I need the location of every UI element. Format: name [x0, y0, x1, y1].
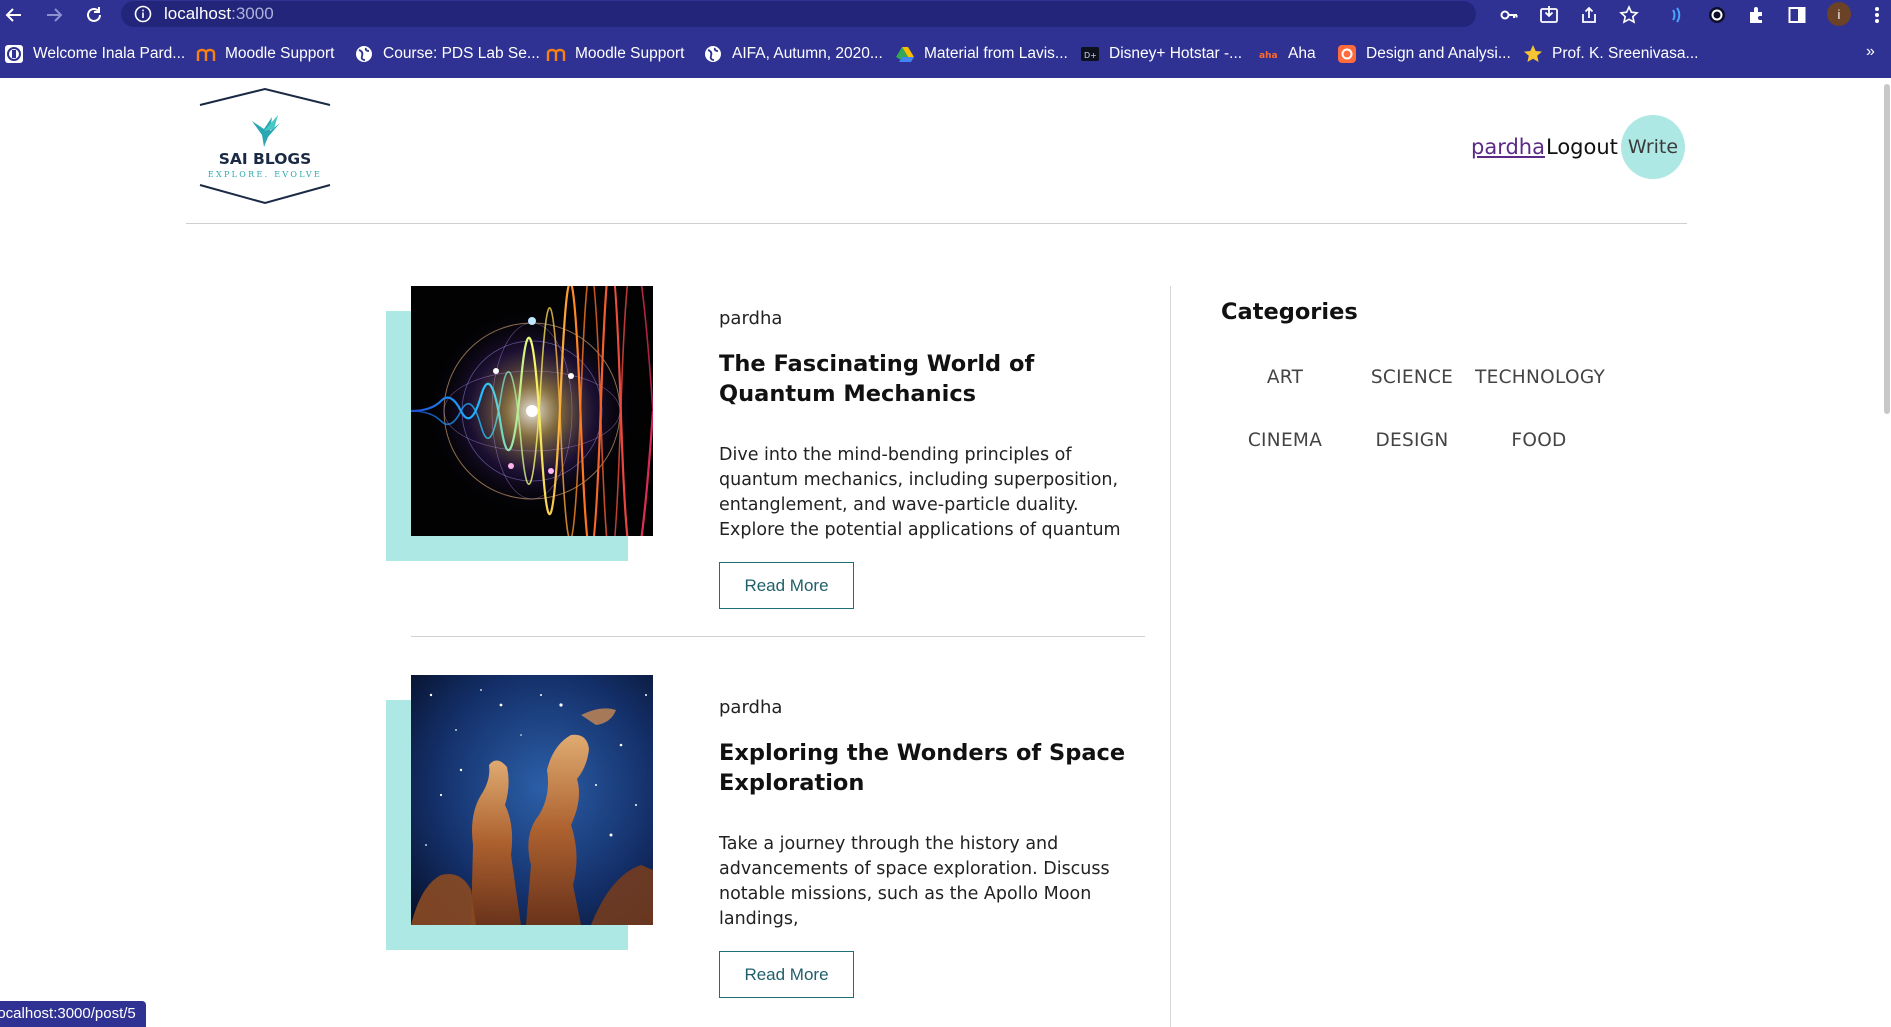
category-art[interactable]: ART [1221, 367, 1349, 388]
bookmark-item[interactable]: Welcome Inala Pard... [4, 42, 185, 66]
forward-arrow-icon[interactable] [41, 2, 66, 27]
svg-text:EXPLORE. EVOLVE: EXPLORE. EVOLVE [208, 170, 322, 179]
read-aloud-icon[interactable] [1664, 2, 1689, 27]
info-icon[interactable] [134, 5, 152, 27]
link-status-bar: localhost:3000/post/5 [0, 1001, 146, 1027]
hotstar-icon: D+ [1080, 44, 1100, 64]
bookmark-item[interactable]: Design and Analysi... [1337, 42, 1511, 66]
header-divider [186, 223, 1687, 224]
category-cinema[interactable]: CINEMA [1221, 430, 1349, 451]
bookmark-item[interactable]: Moodle Support [546, 42, 684, 66]
address-bar[interactable]: localhost:3000 [121, 1, 1476, 27]
post-author: pardha [719, 697, 783, 718]
extension-c-icon[interactable] [1704, 2, 1729, 27]
read-more-button[interactable]: Read More [719, 951, 854, 998]
scrollbar-thumb[interactable] [1884, 84, 1890, 414]
category-science[interactable]: SCIENCE [1348, 367, 1476, 388]
post-title[interactable]: The Fascinating World of Quantum Mechani… [719, 349, 1139, 409]
menu-kebab-icon[interactable] [1864, 2, 1889, 27]
post-divider [411, 636, 1145, 637]
bookmark-item[interactable]: D+ Disney+ Hotstar -... [1080, 42, 1242, 66]
globe-icon [354, 44, 374, 64]
globe-icon [703, 44, 723, 64]
category-technology[interactable]: TECHNOLOGY [1475, 367, 1605, 388]
extensions-puzzle-icon[interactable] [1744, 2, 1769, 27]
quantum-wave-image[interactable] [411, 286, 653, 536]
url-text: localhost:3000 [164, 4, 274, 23]
bookmarks-bar: Welcome Inala Pard... Moodle Support Cou… [0, 29, 1891, 78]
post-excerpt: Take a journey through the history and a… [719, 834, 1110, 929]
profile-link[interactable]: pardha [1471, 135, 1545, 159]
bookmarks-overflow-button[interactable]: » [1866, 43, 1875, 61]
category-design[interactable]: DESIGN [1348, 430, 1476, 451]
share-icon[interactable] [1576, 2, 1601, 27]
bookmark-item[interactable]: AIFA, Autumn, 2020... [703, 42, 883, 66]
site-logo[interactable]: SAI BLOGS EXPLORE. EVOLVE [190, 85, 340, 207]
profile-avatar[interactable]: i [1827, 2, 1851, 26]
post-excerpt: Dive into the mind-bending principles of… [719, 445, 1121, 540]
bookmark-item[interactable]: aha Aha [1259, 42, 1316, 66]
browser-toolbar: localhost:3000 i [0, 0, 1891, 29]
bookmark-item[interactable]: Prof. K. Sreenivasa... [1523, 42, 1698, 66]
key-icon[interactable] [1496, 2, 1521, 27]
svg-text:SAI BLOGS: SAI BLOGS [219, 150, 312, 168]
course-icon [1337, 44, 1357, 64]
sidebar-divider [1170, 286, 1171, 1027]
install-app-icon[interactable] [1536, 2, 1561, 27]
reload-icon[interactable] [81, 2, 106, 27]
side-panel-icon[interactable] [1784, 2, 1809, 27]
svg-text:D+: D+ [1084, 51, 1097, 60]
moodle-icon [196, 44, 216, 64]
university-icon [4, 44, 24, 64]
post-title[interactable]: Exploring the Wonders of Space Explorati… [719, 738, 1139, 798]
google-drive-icon [895, 44, 915, 64]
aha-icon: aha [1259, 44, 1279, 64]
bookmark-item[interactable]: Course: PDS Lab Se... [354, 42, 540, 66]
bookmark-item[interactable]: Material from Lavis... [895, 42, 1068, 66]
write-button[interactable]: Write [1621, 115, 1685, 179]
svg-text:aha: aha [1259, 51, 1278, 61]
read-more-button[interactable]: Read More [719, 562, 854, 609]
logout-link[interactable]: Logout [1546, 135, 1618, 159]
moodle-icon [546, 44, 566, 64]
bookmark-item[interactable]: Moodle Support [196, 42, 334, 66]
star-icon [1523, 44, 1543, 64]
category-food[interactable]: FOOD [1475, 430, 1603, 451]
categories-heading: Categories [1221, 299, 1358, 325]
nebula-pillars-image[interactable] [411, 675, 653, 925]
bookmark-star-icon[interactable] [1616, 2, 1641, 27]
post-author: pardha [719, 308, 783, 329]
back-arrow-icon[interactable] [1, 2, 26, 27]
